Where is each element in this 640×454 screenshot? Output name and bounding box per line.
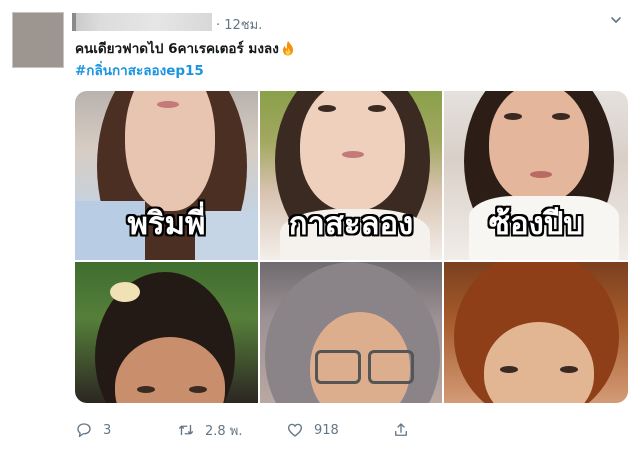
- caption-1: พริมพี่: [127, 206, 206, 242]
- like-button[interactable]: 918: [286, 419, 339, 441]
- tweet-text-line: คนเดียวฟาดไป 6คาเรคเตอร์ มงลง: [75, 41, 279, 57]
- reply-count: 3: [103, 422, 112, 438]
- fire-emoji-icon: [282, 41, 293, 56]
- media-grid[interactable]: พริมพี่ กาสะลอง ซ้องปีบ: [75, 91, 628, 403]
- heart-icon: [287, 423, 303, 437]
- caption-2: กาสะลอง: [288, 206, 414, 242]
- media-photo-3[interactable]: ซ้องปีบ: [444, 91, 628, 262]
- media-photo-6[interactable]: [444, 262, 628, 403]
- chevron-down-icon[interactable]: [610, 14, 622, 26]
- tweet-body: คนเดียวฟาดไป 6คาเรคเตอร์ มงลง #กลิ่นกาสะ…: [75, 38, 595, 82]
- media-photo-2[interactable]: กาสะลอง: [260, 91, 444, 262]
- tweet-card[interactable]: · 12ชม. คนเดียวฟาดไป 6คาเรคเตอร์ มงลง #ก…: [0, 0, 640, 454]
- media-photo-4[interactable]: [75, 262, 260, 403]
- reply-icon: [77, 423, 91, 438]
- blurred-username[interactable]: [72, 13, 212, 31]
- reply-button[interactable]: 3: [75, 419, 111, 441]
- retweet-icon: [178, 424, 194, 436]
- tweet-actions: 3 2.8 พ. 918: [75, 419, 475, 443]
- share-icon: [395, 423, 407, 436]
- hashtag-link[interactable]: #กลิ่นกาสะลองep15: [75, 60, 595, 82]
- tweet-timestamp[interactable]: · 12ชม.: [216, 14, 262, 35]
- caption-3: ซ้องปีบ: [488, 206, 584, 242]
- avatar[interactable]: [12, 12, 64, 68]
- media-photo-5[interactable]: [260, 262, 444, 403]
- retweet-button[interactable]: 2.8 พ.: [177, 419, 243, 441]
- retweet-count: 2.8 พ.: [205, 423, 243, 439]
- like-count: 918: [314, 422, 339, 438]
- media-photo-1[interactable]: พริมพี่: [75, 91, 260, 262]
- share-button[interactable]: [392, 419, 420, 441]
